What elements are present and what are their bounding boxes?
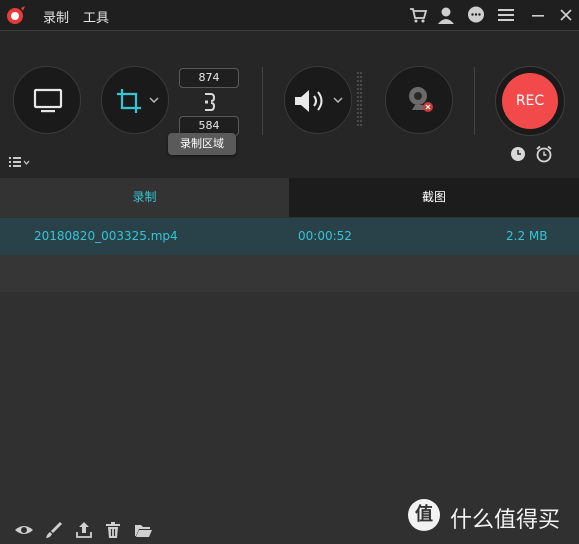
volume-meter: [357, 72, 363, 130]
chevron-down-icon: [149, 97, 159, 103]
separator: [474, 67, 475, 135]
menu-record[interactable]: 录制: [43, 7, 69, 26]
menu-icon[interactable]: [496, 5, 516, 25]
file-size: 2.2 MB: [506, 229, 548, 243]
record-region-tooltip: 录制区域: [168, 133, 236, 155]
region-mode-button[interactable]: [101, 66, 169, 134]
user-icon[interactable]: [436, 5, 456, 25]
list-item[interactable]: 20180820_003325.mp4 00:00:52 2.2 MB: [0, 218, 579, 255]
list-options-icon[interactable]: [9, 153, 31, 167]
file-duration: 00:00:52: [298, 229, 352, 243]
chat-icon[interactable]: [466, 5, 486, 25]
watermark-text: 什么值得买: [450, 508, 561, 533]
link-aspect-icon[interactable]: [199, 90, 219, 114]
width-field[interactable]: 874: [179, 68, 239, 88]
crop-icon: [117, 89, 141, 113]
preview-icon[interactable]: [14, 520, 34, 540]
webcam-button[interactable]: [385, 66, 453, 134]
file-name: 20180820_003325.mp4: [34, 229, 178, 243]
close-icon[interactable]: [556, 5, 576, 25]
cart-icon[interactable]: [408, 5, 428, 25]
clock-icon[interactable]: [510, 146, 526, 162]
upload-icon[interactable]: [74, 520, 94, 540]
fullscreen-mode-button[interactable]: [13, 66, 81, 134]
system-audio-button[interactable]: [284, 66, 352, 134]
speaker-icon: [295, 90, 323, 112]
minimize-icon[interactable]: [528, 5, 548, 25]
chevron-down-icon: [333, 97, 343, 103]
recording-list: 20180820_003325.mp4 00:00:52 2.2 MB: [0, 217, 579, 517]
tab-screenshot[interactable]: 截图: [289, 178, 579, 217]
edit-brush-icon[interactable]: [44, 520, 64, 540]
delete-icon[interactable]: [103, 520, 123, 540]
menu-tools[interactable]: 工具: [83, 7, 109, 26]
rec-button[interactable]: REC: [502, 73, 558, 129]
webcam-off-icon: [409, 87, 433, 112]
monitor-icon: [33, 88, 63, 113]
app-logo-icon: [6, 5, 26, 25]
separator: [262, 67, 263, 135]
alarm-icon[interactable]: [535, 145, 553, 163]
open-folder-icon[interactable]: [133, 520, 153, 540]
empty-row: [0, 255, 579, 292]
watermark-logo: 值: [408, 499, 440, 531]
tab-record[interactable]: 录制: [0, 178, 289, 217]
